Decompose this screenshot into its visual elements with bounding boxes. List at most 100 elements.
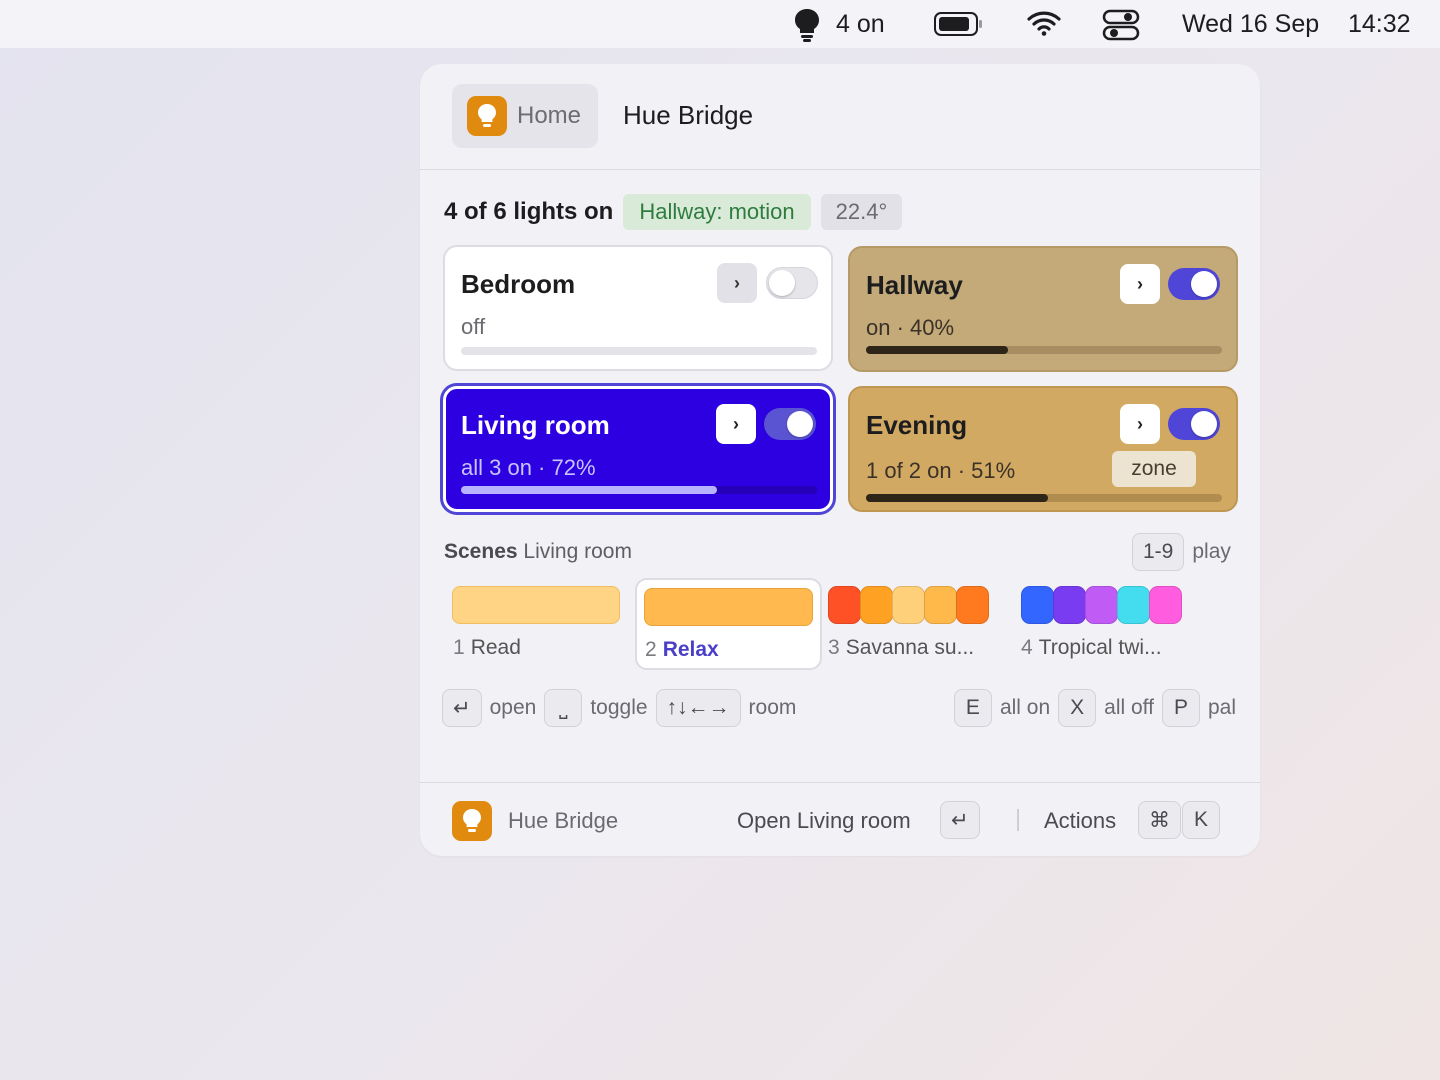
menu-bar: 4 on Wed 16 Sep 14:32 xyxy=(0,0,1440,48)
k-key: K xyxy=(1182,801,1220,839)
command-key: ⌘ xyxy=(1138,801,1181,839)
scene-color-dot xyxy=(892,586,925,624)
page-title: Hue Bridge xyxy=(623,100,754,130)
scene-name: Relax xyxy=(662,638,719,661)
battery-icon[interactable] xyxy=(934,12,982,43)
toggle-knob xyxy=(769,270,795,296)
scene-number: 1 xyxy=(453,636,465,659)
toggle-knob xyxy=(1191,271,1217,297)
open-room-button[interactable]: › xyxy=(716,404,756,444)
hint-all-on: all on xyxy=(999,696,1051,719)
scene-number: 3 xyxy=(828,636,840,659)
brightness-bar[interactable] xyxy=(866,346,1222,354)
brightness-fill xyxy=(461,486,718,494)
zone-badge: zone xyxy=(1112,451,1196,487)
scene-name: Savanna su... xyxy=(845,636,975,659)
open-living-room-button[interactable]: Open Living room xyxy=(737,808,911,834)
scene-read[interactable]: 1 Read xyxy=(444,578,626,670)
hint-toggle: toggle xyxy=(590,696,648,719)
room-card-living-room[interactable]: Living room all 3 on · 72% › xyxy=(440,383,836,515)
footer-app-name: Hue Bridge xyxy=(508,808,619,833)
scene-name: Read xyxy=(470,636,521,659)
scene-color-dot xyxy=(1021,586,1054,624)
room-card-hallway[interactable]: Hallway on · 40% › xyxy=(848,246,1238,372)
open-room-button[interactable]: › xyxy=(1120,264,1160,304)
room-card-evening[interactable]: Evening 1 of 2 on · 51% › zone xyxy=(848,386,1238,512)
play-hint: 1-9 play xyxy=(1132,533,1231,571)
room-name: Evening xyxy=(866,410,968,440)
brightness-fill xyxy=(866,494,1048,502)
summary-text: 4 of 6 lights on xyxy=(444,198,614,225)
scenes-room: Living room xyxy=(523,540,632,563)
panel-footer: Hue Bridge Open Living room ↵ Actions ⌘ … xyxy=(420,782,1260,856)
menu-time[interactable]: 14:32 xyxy=(1348,10,1411,39)
room-name: Bedroom xyxy=(461,269,576,299)
play-label: play xyxy=(1192,540,1231,563)
e-key: E xyxy=(953,689,992,727)
brightness-bar[interactable] xyxy=(461,347,817,355)
room-toggle[interactable] xyxy=(1168,408,1220,440)
room-card-bedroom[interactable]: Bedroom off › xyxy=(443,245,833,371)
scene-color-dot xyxy=(860,586,893,624)
lights-summary: 4 of 6 lights on Hallway: motion 22.4° xyxy=(444,194,903,230)
enter-key: ↵ xyxy=(442,689,482,727)
scenes-label: Scenes xyxy=(444,540,518,563)
menu-date[interactable]: Wed 16 Sep xyxy=(1182,10,1319,39)
hint-all-off: all off xyxy=(1104,696,1154,719)
chevron-right-icon: › xyxy=(1137,273,1143,294)
room-toggle[interactable] xyxy=(764,408,816,440)
room-status: on · 40% xyxy=(866,315,955,340)
toggle-knob xyxy=(787,411,813,437)
scene-color-dot xyxy=(1149,586,1182,624)
scene-color-dot xyxy=(924,586,957,624)
lights-count[interactable]: 4 on xyxy=(836,10,885,39)
scenes-header: Scenes Living room xyxy=(444,540,632,564)
room-name: Hallway xyxy=(866,270,963,300)
play-key: 1-9 xyxy=(1132,533,1185,571)
home-button[interactable]: Home xyxy=(452,84,598,148)
room-status: 1 of 2 on · 51% xyxy=(866,458,1016,483)
brightness-bar[interactable] xyxy=(866,494,1222,502)
space-key: ⎵ xyxy=(544,689,583,727)
brightness-bar[interactable] xyxy=(461,486,817,494)
panel-header: Home Hue Bridge xyxy=(420,64,1260,170)
actions-button[interactable]: Actions xyxy=(1044,808,1116,834)
hint-room: room xyxy=(748,696,797,719)
motion-badge: Hallway: motion xyxy=(623,194,811,230)
keyboard-hints-right: E all on X all off P pal xyxy=(953,689,1236,727)
bulb-icon xyxy=(452,801,492,841)
bulb-icon xyxy=(467,96,507,136)
scene-swatch xyxy=(644,588,813,626)
open-room-button[interactable]: › xyxy=(717,263,757,303)
p-key: P xyxy=(1161,689,1200,727)
footer-divider xyxy=(1017,809,1019,831)
scene-number: 2 xyxy=(645,638,657,661)
scene-swatch xyxy=(452,586,620,624)
scene-name: Tropical twi... xyxy=(1038,636,1162,659)
keyboard-hints-left: ↵ open ⎵ toggle ↑↓←→ room xyxy=(442,689,804,727)
toggle-knob xyxy=(1191,411,1217,437)
scene-color-dot xyxy=(1117,586,1150,624)
open-room-button[interactable]: › xyxy=(1120,404,1160,444)
scene-relax[interactable]: 2 Relax xyxy=(635,578,822,670)
chevron-right-icon: › xyxy=(1137,413,1143,434)
scene-tropical-twilight[interactable]: 4 Tropical twi... xyxy=(1013,578,1193,670)
enter-key: ↵ xyxy=(940,801,980,839)
bulb-icon[interactable] xyxy=(792,8,822,49)
control-center-icon[interactable] xyxy=(1102,9,1140,48)
x-key: X xyxy=(1058,689,1097,727)
hint-pal: pal xyxy=(1207,696,1236,719)
hue-panel: Home Hue Bridge 4 of 6 lights on Hallway… xyxy=(420,64,1260,856)
temperature-badge: 22.4° xyxy=(820,194,903,230)
room-name: Living room xyxy=(461,410,610,440)
scene-savanna-sunset[interactable]: 3 Savanna su... xyxy=(828,578,1008,670)
wifi-icon[interactable] xyxy=(1027,10,1061,43)
room-toggle[interactable] xyxy=(766,267,818,299)
room-toggle[interactable] xyxy=(1168,268,1220,300)
scene-number: 4 xyxy=(1021,636,1033,659)
scene-color-dot xyxy=(828,586,861,624)
scene-color-dot xyxy=(1085,586,1118,624)
room-status: off xyxy=(461,314,486,339)
chevron-right-icon: › xyxy=(734,272,740,293)
home-label: Home xyxy=(517,102,582,129)
